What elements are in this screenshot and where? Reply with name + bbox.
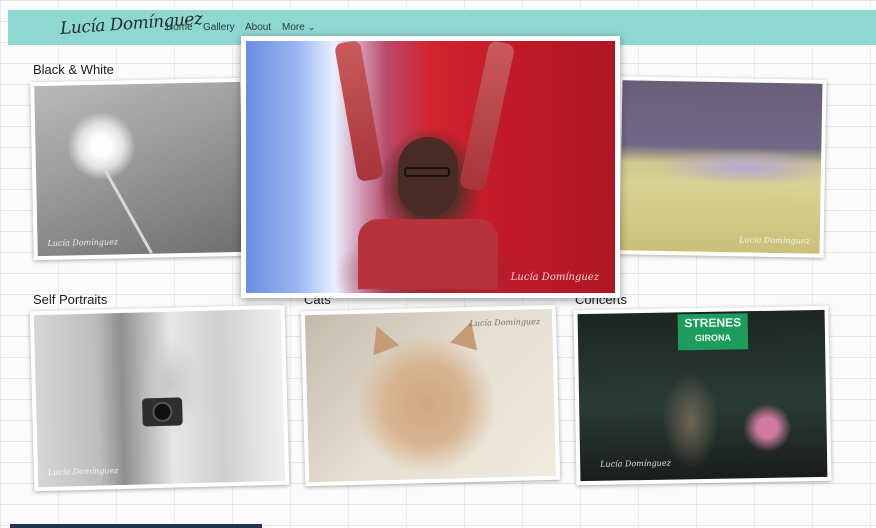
signature-watermark: Lucía Domínguez bbox=[469, 317, 541, 328]
portrait-head bbox=[398, 137, 458, 217]
chevron-down-icon: ⌄ bbox=[307, 22, 316, 32]
signature-watermark: Lucía Domínguez bbox=[600, 458, 671, 469]
signature-watermark: Lucía Domínguez bbox=[510, 272, 599, 283]
featured-photo-card[interactable]: Lucía Domínguez bbox=[241, 36, 620, 298]
photo-card-self-portrait[interactable]: Lucía Domínguez bbox=[29, 304, 290, 492]
banner-line-2: GIRONA bbox=[694, 332, 732, 344]
raised-arm-right bbox=[458, 41, 516, 193]
photo-card-concert[interactable]: STRENES GIRONA Lucía Domínguez bbox=[573, 305, 832, 486]
concert-banner: STRENES GIRONA bbox=[677, 313, 749, 351]
signature-watermark: Lucía Domínguez bbox=[47, 466, 119, 477]
signature-watermark: Lucía Domínguez bbox=[739, 235, 810, 246]
featured-photo: Lucía Domínguez bbox=[246, 41, 615, 293]
self-portrait-photo: Lucía Domínguez bbox=[33, 308, 286, 488]
dandelion-photo: Lucía Domínguez bbox=[34, 81, 244, 257]
raised-arm-left bbox=[334, 41, 384, 183]
cat-photo: Lucía Domínguez bbox=[304, 308, 557, 483]
glasses bbox=[404, 167, 450, 177]
photo-card-field[interactable]: Lucía Domínguez bbox=[615, 76, 827, 258]
footer-bar bbox=[10, 524, 262, 528]
banner-line-1: STRENES bbox=[684, 315, 742, 331]
nav-more-label: More bbox=[282, 22, 305, 33]
photo-card-dandelion[interactable]: Lucía Domínguez bbox=[30, 77, 248, 261]
portrait-shirt bbox=[358, 219, 498, 289]
cat-ear-left bbox=[363, 321, 400, 356]
field-photo: Lucía Domínguez bbox=[619, 80, 823, 254]
nav-home[interactable]: Home bbox=[166, 22, 193, 33]
section-title-self-portraits: Self Portraits bbox=[33, 292, 108, 307]
section-title-black-white: Black & White bbox=[33, 62, 114, 77]
signature-watermark: Lucía Domínguez bbox=[47, 237, 119, 248]
nav-gallery[interactable]: Gallery bbox=[203, 22, 235, 33]
nav-more[interactable]: More ⌄ bbox=[282, 22, 315, 33]
concert-photo: STRENES GIRONA Lucía Domínguez bbox=[577, 309, 828, 482]
photo-card-cat[interactable]: Lucía Domínguez bbox=[300, 304, 561, 487]
nav-about[interactable]: About bbox=[245, 22, 271, 33]
